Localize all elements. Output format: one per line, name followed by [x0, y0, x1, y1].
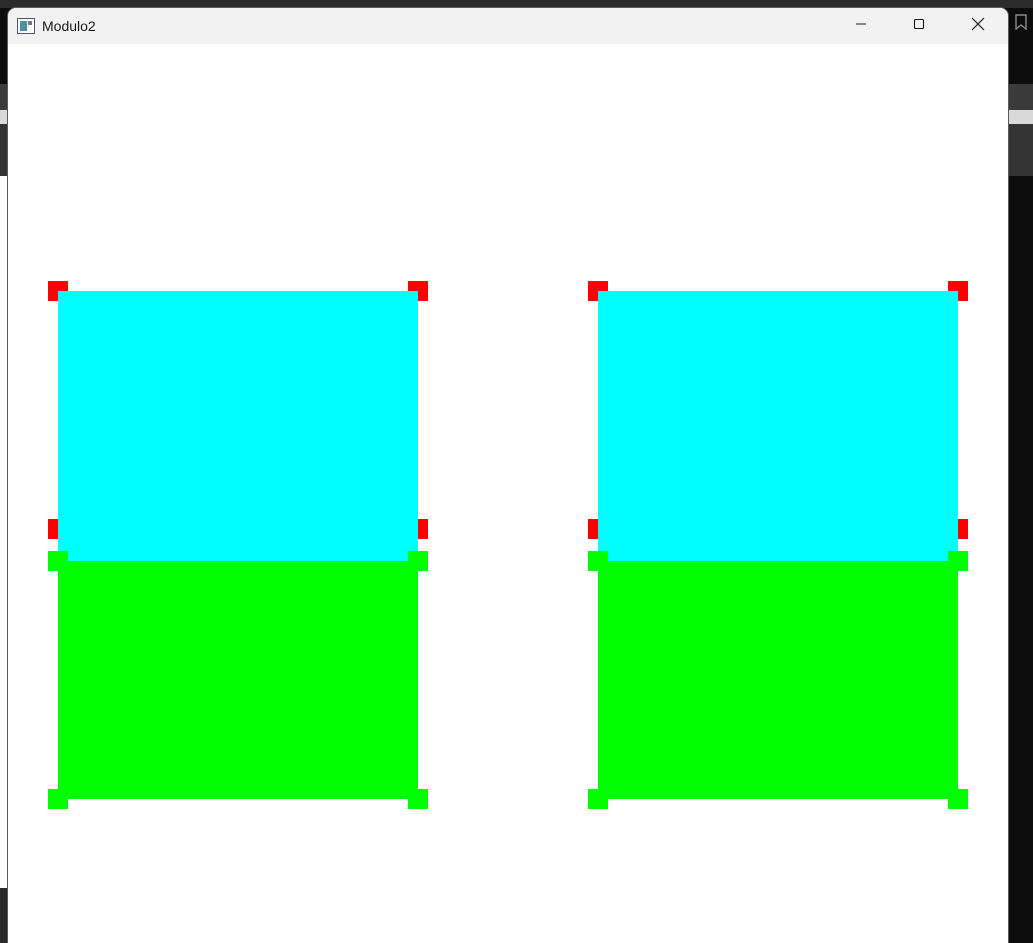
maximize-button[interactable]	[890, 8, 948, 44]
resize-handle-bottom-right[interactable]	[408, 789, 428, 809]
close-button[interactable]	[949, 8, 1007, 44]
resize-handle-top-right[interactable]	[948, 551, 968, 571]
window-title: Modulo2	[42, 18, 96, 34]
maximize-icon	[913, 17, 925, 35]
title-bar[interactable]: Modulo2	[8, 8, 1008, 44]
green-rectangle[interactable]	[58, 561, 418, 799]
minimize-button[interactable]	[832, 8, 890, 44]
cyan-rectangle[interactable]	[58, 291, 418, 561]
background-left-edge	[0, 176, 8, 888]
bookmark-icon	[1014, 14, 1028, 31]
close-icon	[971, 17, 985, 36]
minimize-icon	[855, 17, 867, 35]
app-window[interactable]: Modulo2	[8, 8, 1008, 943]
window-app-icon[interactable]	[17, 18, 35, 34]
resize-handle-bottom-right[interactable]	[948, 789, 968, 809]
resize-handle-top-left[interactable]	[48, 551, 68, 571]
background-top-strip	[0, 0, 1033, 8]
green-rectangle[interactable]	[598, 561, 958, 799]
cyan-rectangle[interactable]	[598, 291, 958, 561]
drawing-canvas[interactable]	[8, 44, 1008, 943]
resize-handle-bottom-left[interactable]	[588, 789, 608, 809]
resize-handle-top-left[interactable]	[588, 551, 608, 571]
background-left-bottom-edge	[0, 888, 8, 943]
resize-handle-top-right[interactable]	[408, 551, 428, 571]
resize-handle-bottom-left[interactable]	[48, 789, 68, 809]
